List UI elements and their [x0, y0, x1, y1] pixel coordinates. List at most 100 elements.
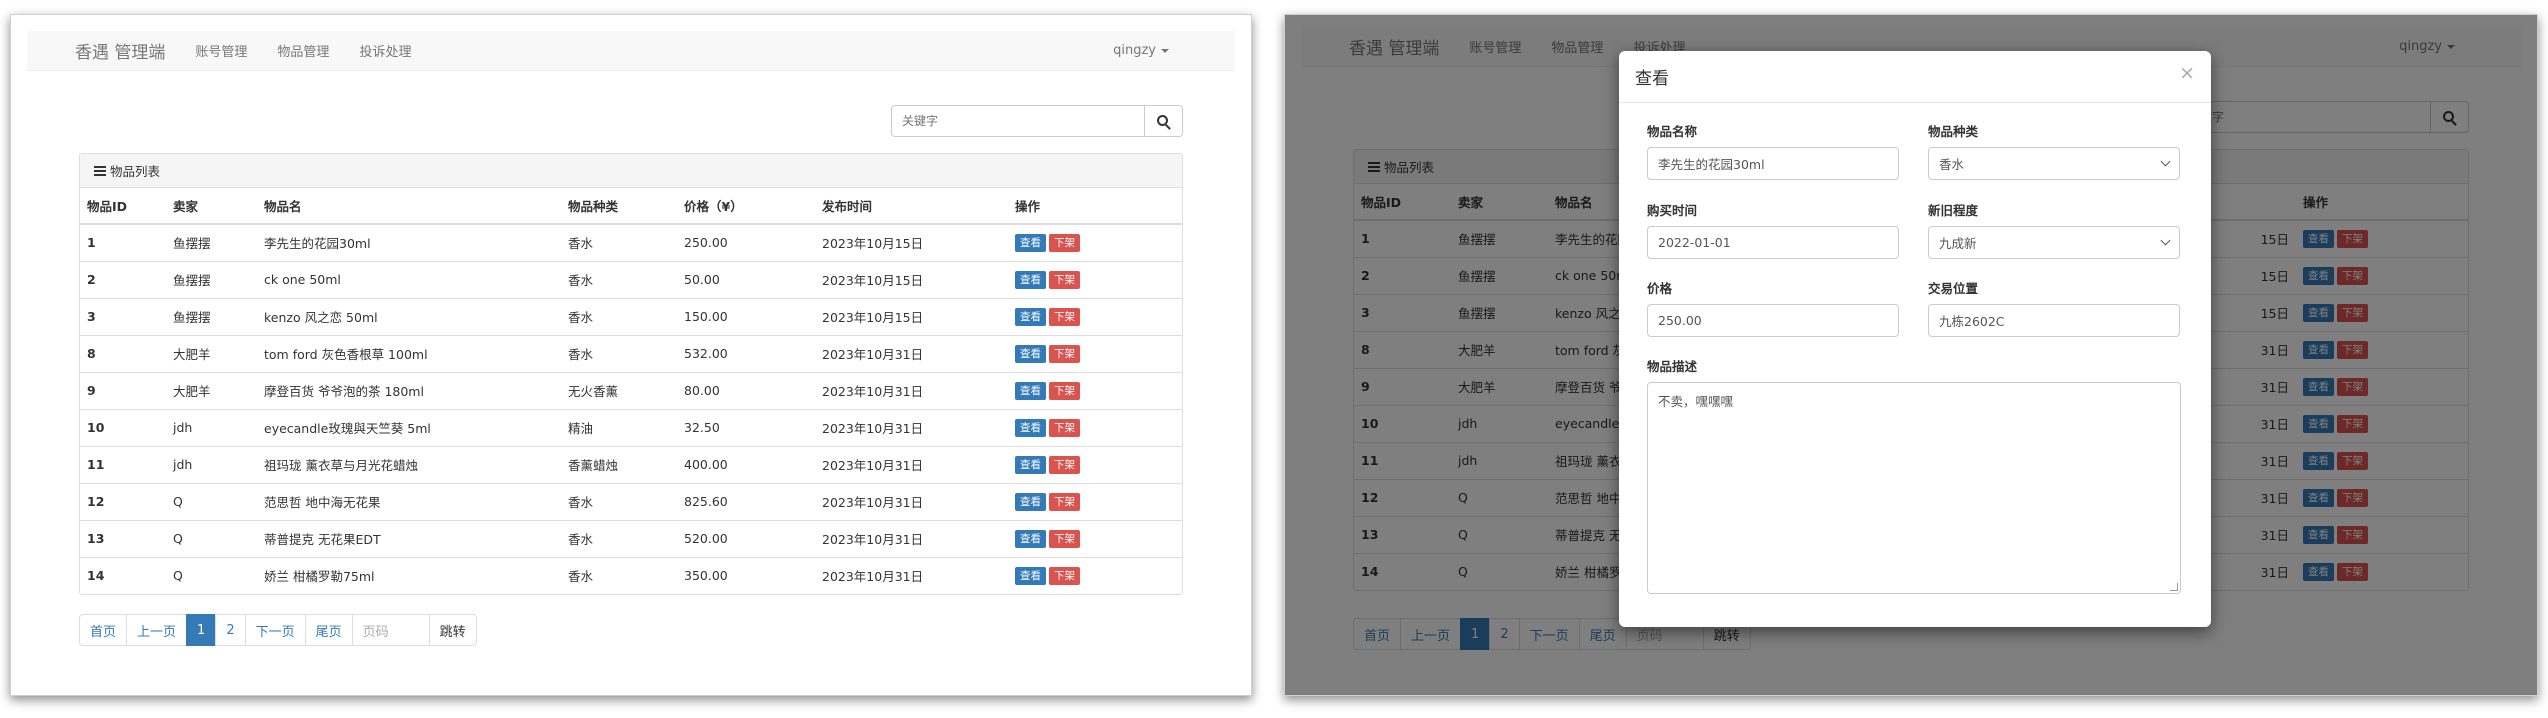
take-down-button[interactable]: 下架	[1049, 344, 1080, 363]
cell-category: 香水	[561, 260, 677, 298]
item-category-select[interactable]: 香水	[1928, 147, 2180, 180]
cell-name: tom ford 灰色香根草 100ml	[257, 334, 561, 372]
take-down-button[interactable]: 下架	[1049, 492, 1080, 511]
field-item-category: 物品种类 香水	[1928, 121, 2180, 180]
buy-time-value: 2022-01-01	[1658, 235, 1731, 250]
cell-id: 14	[80, 556, 166, 594]
condition-label: 新旧程度	[1928, 203, 1979, 218]
view-button[interactable]: 查看	[1015, 233, 1046, 252]
cell-actions: 查看下架	[1008, 556, 1182, 594]
take-down-button[interactable]: 下架	[1049, 307, 1080, 326]
cell-id: 10	[80, 408, 166, 446]
nav-complaint-handling[interactable]: 投诉处理	[359, 41, 411, 60]
cell-seller: Q	[166, 519, 257, 557]
cell-actions: 查看下架	[1008, 519, 1182, 557]
view-button[interactable]: 查看	[1015, 381, 1046, 400]
take-down-button[interactable]: 下架	[1049, 529, 1080, 548]
page-prev[interactable]: 上一页	[126, 614, 188, 646]
cell-date: 2023年10月31日	[815, 334, 1008, 372]
description-textarea[interactable]: 不卖，嘿嘿嘿	[1647, 382, 2181, 594]
price-label: 价格	[1647, 281, 1673, 296]
cell-date: 2023年10月15日	[815, 260, 1008, 298]
take-down-button[interactable]: 下架	[1049, 270, 1080, 289]
view-button[interactable]: 查看	[1015, 566, 1046, 585]
view-button[interactable]: 查看	[1015, 492, 1046, 511]
user-menu[interactable]: qingzy	[1113, 43, 1169, 58]
cell-name: 娇兰 柑橘罗勒75ml	[257, 556, 561, 594]
cell-price: 520.00	[677, 519, 815, 557]
table-row: 12 Q 范思哲 地中海无花果 香水 825.60 2023年10月31日 查看 下架	[80, 482, 1182, 520]
cell-id: 11	[80, 445, 166, 483]
view-button[interactable]: 查看	[1015, 529, 1046, 548]
page-2[interactable]: 2	[215, 614, 246, 646]
nav-item-management[interactable]: 物品管理	[277, 41, 329, 60]
cell-price: 250.00	[677, 223, 815, 261]
col-seller: 卖家	[166, 188, 257, 225]
search-icon	[1157, 114, 1168, 126]
page-last[interactable]: 尾页	[304, 614, 353, 646]
table-row: 2 鱼摆摆 ck one 50ml 香水 50.00 2023年10月15日 查看 下架	[80, 260, 1182, 298]
page-go-button[interactable]: 跳转	[428, 614, 477, 646]
cell-date: 2023年10月31日	[815, 556, 1008, 594]
close-icon[interactable]: ×	[2179, 62, 2195, 84]
take-down-button[interactable]: 下架	[1049, 566, 1080, 585]
col-name: 物品名	[257, 188, 561, 225]
page-next[interactable]: 下一页	[244, 614, 306, 646]
list-icon	[94, 164, 106, 178]
cell-price: 50.00	[677, 260, 815, 298]
take-down-button[interactable]: 下架	[1049, 418, 1080, 437]
search-button[interactable]	[1145, 105, 1183, 137]
location-label: 交易位置	[1928, 281, 1979, 296]
take-down-button[interactable]: 下架	[1049, 381, 1080, 400]
item-table: 物品ID 卖家 物品名 物品种类 价格（¥） 发布时间 操作 1 鱼摆摆 李先生的花…	[80, 188, 1182, 594]
page-number-input[interactable]: 页码	[351, 614, 430, 646]
resize-handle-icon[interactable]	[2170, 583, 2178, 591]
view-button[interactable]: 查看	[1015, 344, 1046, 363]
nav-account-management[interactable]: 账号管理	[195, 41, 247, 60]
table-header: 物品ID 卖家 物品名 物品种类 价格（¥） 发布时间 操作	[80, 188, 1182, 225]
cell-id: 12	[80, 482, 166, 520]
cell-name: 李先生的花园30ml	[257, 223, 561, 261]
field-condition: 新旧程度 九成新	[1928, 200, 2180, 259]
page-first[interactable]: 首页	[79, 614, 128, 646]
buy-time-input[interactable]: 2022-01-01	[1647, 226, 1899, 259]
cell-seller: Q	[166, 482, 257, 520]
cell-seller: 鱼摆摆	[166, 260, 257, 298]
right-screenshot: 香遇 管理端 账号管理 物品管理 投诉处理 qingzy 物品列表 物品ID 卖…	[1284, 14, 2538, 696]
location-value: 九栋2602C	[1939, 314, 2005, 329]
view-button[interactable]: 查看	[1015, 307, 1046, 326]
cell-price: 532.00	[677, 334, 815, 372]
take-down-button[interactable]: 下架	[1049, 233, 1080, 252]
table-row: 11 jdh 祖玛珑 薰衣草与月光花蜡烛 香薰蜡烛 400.00 2023年10月31日查…	[80, 445, 1182, 483]
left-screenshot: 香遇 管理端 账号管理 物品管理 投诉处理 qingzy 物品列表 物品ID 卖…	[10, 14, 1252, 696]
col-date: 发布时间	[815, 188, 1008, 225]
item-name-value: 李先生的花园30ml	[1658, 157, 1765, 172]
pagination: 首页 上一页 1 2 下一页 尾页 页码 跳转	[79, 614, 477, 646]
view-button[interactable]: 查看	[1015, 455, 1046, 474]
list-title: 物品列表	[110, 164, 161, 179]
brand[interactable]: 香遇 管理端	[75, 38, 165, 63]
view-button[interactable]: 查看	[1015, 270, 1046, 289]
cell-name: ck one 50ml	[257, 260, 561, 298]
cell-id: 3	[80, 297, 166, 335]
page-1[interactable]: 1	[186, 614, 217, 646]
cell-name: 蒂普提克 无花果EDT	[257, 519, 561, 557]
user-name: qingzy	[1113, 43, 1156, 58]
field-description: 物品描述 不卖，嘿嘿嘿	[1647, 356, 2181, 594]
location-input[interactable]: 九栋2602C	[1928, 304, 2180, 337]
cell-category: 香水	[561, 556, 677, 594]
condition-select[interactable]: 九成新	[1928, 226, 2180, 259]
caret-down-icon	[1161, 48, 1169, 53]
item-name-input[interactable]: 李先生的花园30ml	[1647, 147, 1899, 180]
cell-actions: 查看下架	[1008, 223, 1182, 261]
cell-category: 无火香薰	[561, 371, 677, 409]
search-input[interactable]	[891, 105, 1145, 137]
item-name-label: 物品名称	[1647, 124, 1698, 139]
view-button[interactable]: 查看	[1015, 418, 1046, 437]
table-row: 1 鱼摆摆 李先生的花园30ml 香水 250.00 2023年10月15日 查看 下架	[80, 223, 1182, 261]
cell-price: 80.00	[677, 371, 815, 409]
take-down-button[interactable]: 下架	[1049, 455, 1080, 474]
price-input[interactable]: 250.00	[1647, 304, 1899, 337]
list-heading: 物品列表	[80, 154, 1182, 188]
table-row: 3 鱼摆摆 kenzo 风之恋 50ml 香水 150.00 2023年10月15日 查看下…	[80, 297, 1182, 335]
